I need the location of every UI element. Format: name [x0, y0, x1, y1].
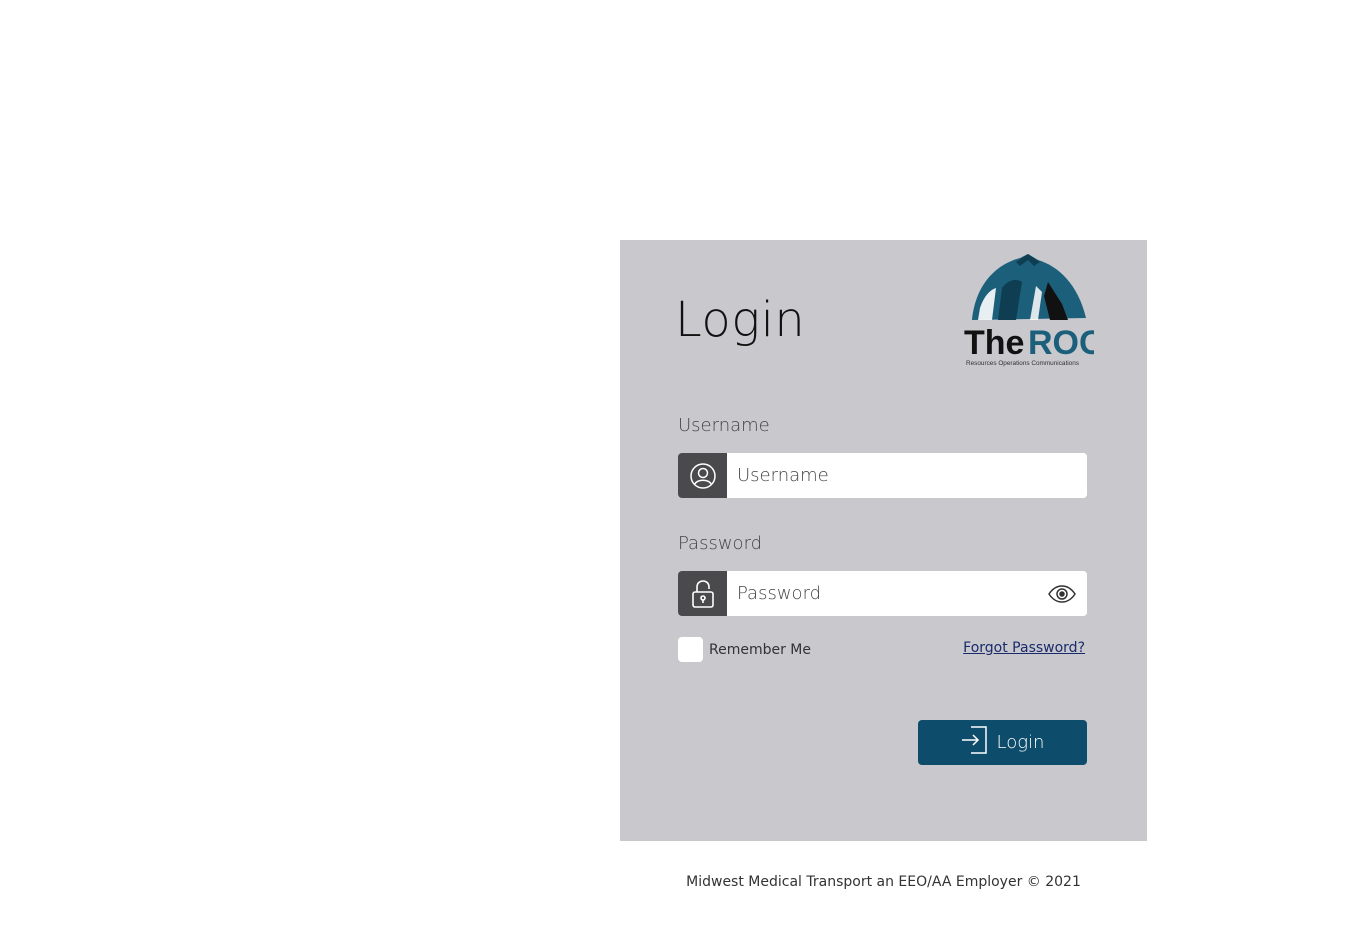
remember-me-label[interactable]: Remember Me — [709, 642, 811, 658]
login-button-label: Login — [996, 732, 1045, 753]
lock-icon — [678, 571, 727, 616]
username-label: Username — [678, 415, 770, 436]
svg-text:ROC: ROC — [1028, 324, 1094, 362]
login-title: Login — [675, 292, 806, 348]
footer-text: Midwest Medical Transport an EEO/AA Empl… — [686, 874, 1081, 890]
eye-icon[interactable] — [1037, 571, 1087, 616]
remember-me-checkbox[interactable] — [678, 637, 703, 662]
svg-text:Resources Operations Communica: Resources Operations Communications — [966, 360, 1079, 367]
remember-me: Remember Me — [678, 637, 811, 662]
username-field-group — [678, 453, 1087, 498]
username-input[interactable] — [727, 453, 1087, 498]
password-field-group — [678, 571, 1087, 616]
svg-text:The: The — [964, 324, 1024, 362]
user-icon — [678, 453, 727, 498]
login-button[interactable]: Login — [918, 720, 1087, 765]
password-label: Password — [678, 533, 763, 554]
forgot-password-link[interactable]: Forgot Password? — [963, 640, 1085, 656]
password-input[interactable] — [727, 571, 1037, 616]
the-roc-logo: The ROC Resources Operations Communicati… — [958, 252, 1104, 370]
sign-in-icon — [961, 726, 987, 759]
login-panel: Login The ROC Resources Operations Commu… — [620, 240, 1147, 841]
